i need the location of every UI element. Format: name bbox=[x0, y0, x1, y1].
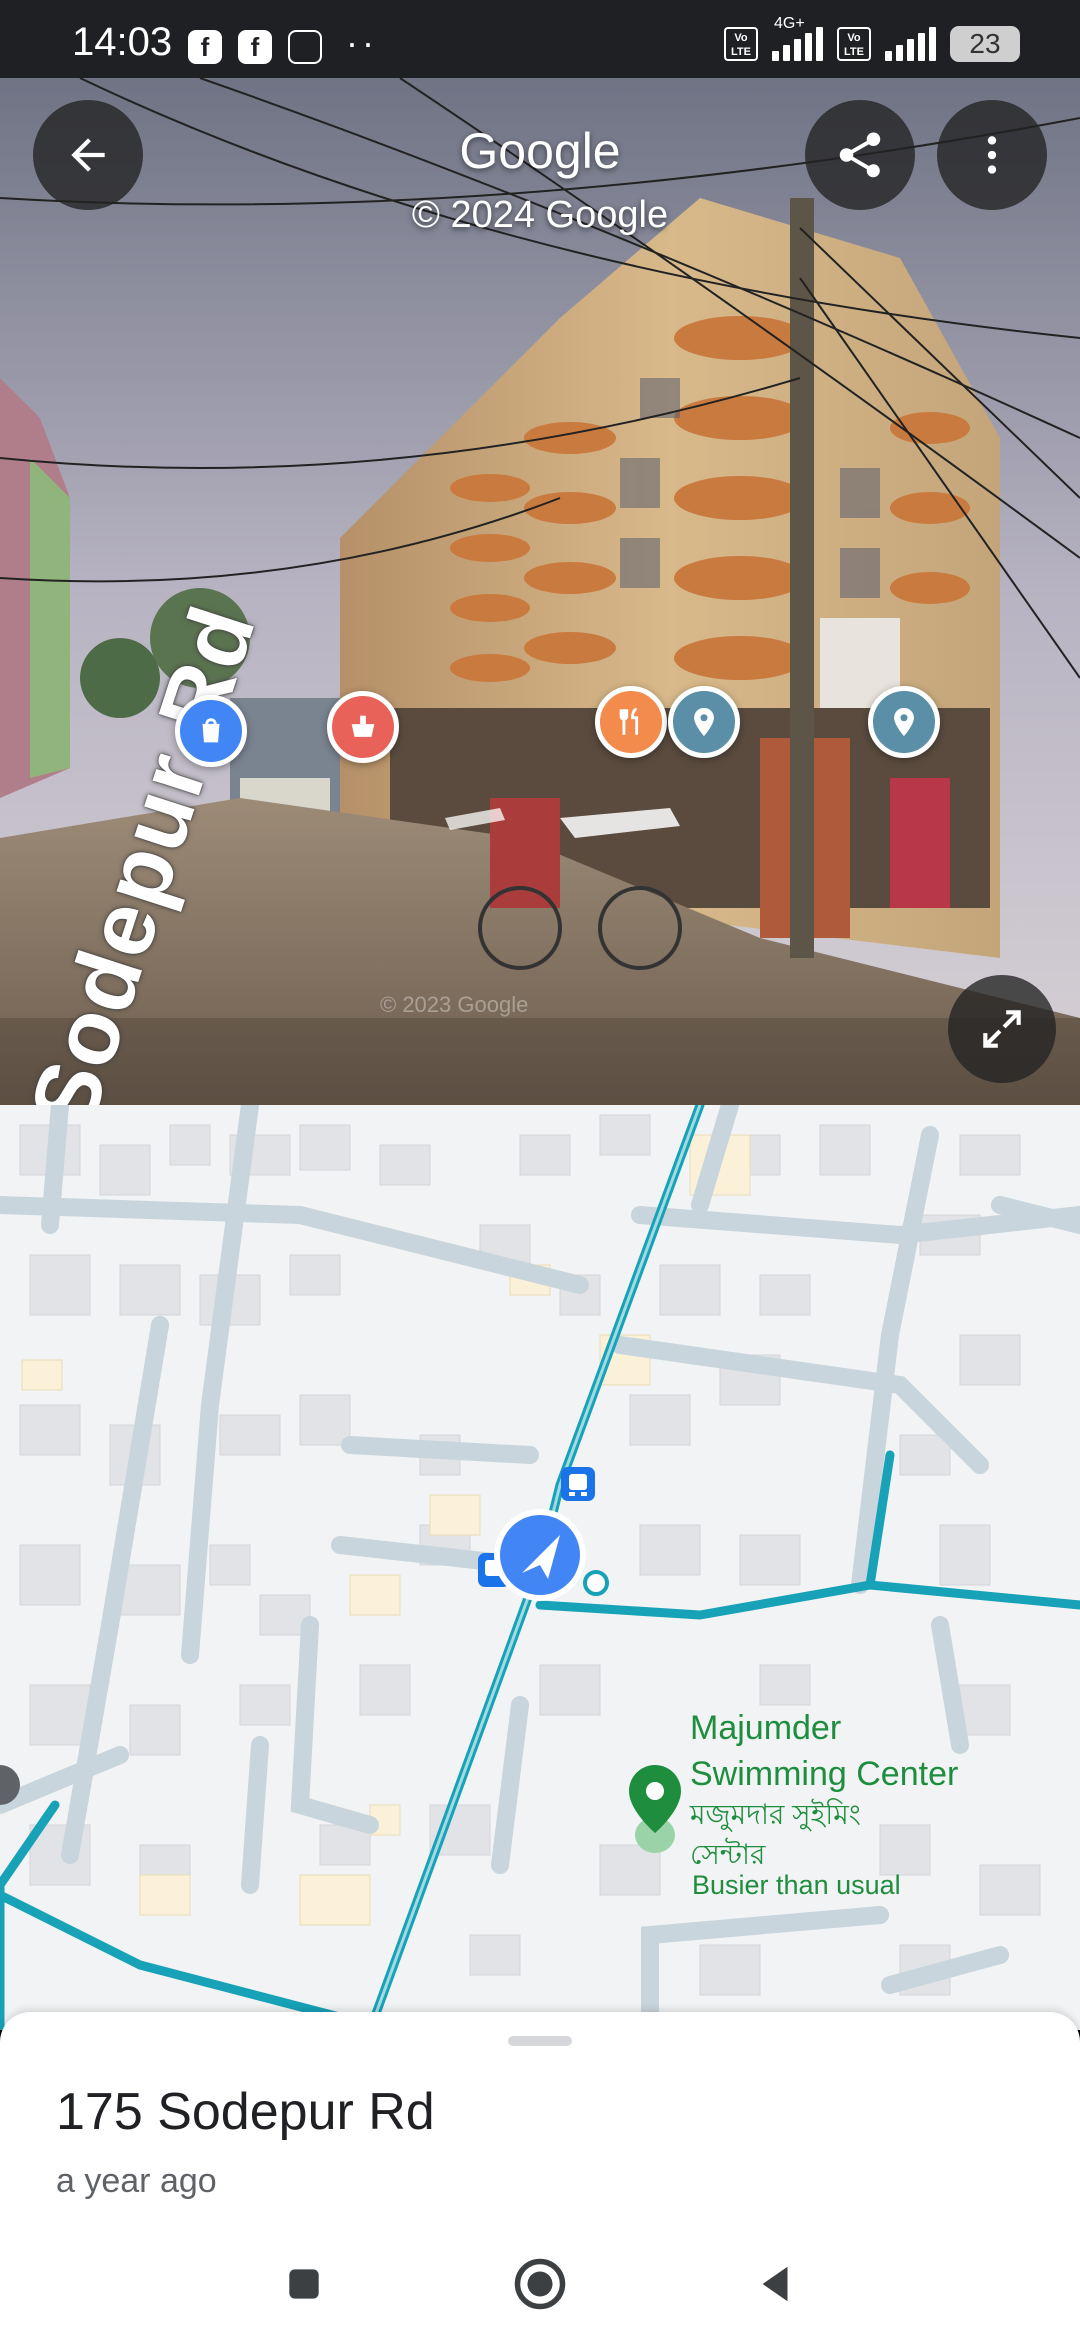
recents-button[interactable] bbox=[264, 2244, 344, 2324]
status-bar: 14:03 f f ·· Vo LTE 4G+ Vo LTE 23 bbox=[0, 0, 1080, 78]
expand-icon bbox=[983, 1010, 1021, 1048]
home-icon bbox=[514, 2258, 566, 2310]
system-nav-bar bbox=[0, 2230, 1080, 2340]
signal-1: 4G+ bbox=[772, 15, 823, 61]
street-view-copyright: © 2024 Google bbox=[411, 194, 669, 236]
street-view-title: Google bbox=[459, 123, 621, 179]
more-notifications-icon: ·· bbox=[346, 22, 378, 63]
place-label[interactable]: Majumder Swimming Center bbox=[690, 1705, 958, 1797]
facebook-icon: f bbox=[188, 30, 222, 64]
screen-record-icon bbox=[288, 30, 322, 64]
volte-icon: Vo LTE bbox=[837, 27, 871, 61]
signal-bars-icon bbox=[885, 27, 936, 61]
share-button[interactable] bbox=[805, 100, 915, 210]
pharmacy-icon bbox=[351, 715, 375, 737]
capture-date: a year ago bbox=[56, 2162, 217, 2200]
place-marker[interactable] bbox=[668, 686, 740, 758]
more-options-button[interactable] bbox=[937, 100, 1047, 210]
map-canvas bbox=[0, 1105, 1080, 2030]
pharmacy-marker[interactable] bbox=[327, 691, 399, 763]
facebook-icon: f bbox=[238, 30, 272, 64]
place-bengali-line2: সেন্টার bbox=[690, 1839, 766, 1870]
nav-back-icon bbox=[762, 2266, 788, 2302]
volte-icon: Vo LTE bbox=[724, 27, 758, 61]
place-busyness: Busier than usual bbox=[692, 1870, 901, 1900]
sheet-drag-handle[interactable] bbox=[508, 2036, 572, 2046]
place-marker[interactable] bbox=[868, 686, 940, 758]
restaurant-marker[interactable] bbox=[595, 686, 667, 758]
nav-back-button[interactable] bbox=[736, 2244, 816, 2324]
battery-icon: 23 bbox=[950, 26, 1020, 62]
panorama-watermark: © 2023 Google bbox=[380, 992, 529, 1017]
recents-icon bbox=[289, 2269, 319, 2299]
map-view[interactable] bbox=[0, 1105, 1080, 2030]
home-button[interactable] bbox=[500, 2244, 580, 2324]
place-icon bbox=[894, 707, 914, 737]
place-name-line1: Majumder bbox=[690, 1709, 842, 1747]
status-right: Vo LTE 4G+ Vo LTE 23 bbox=[724, 15, 1020, 64]
restaurant-icon bbox=[619, 707, 639, 735]
place-bengali-line1: মজুমদার সুইমিং bbox=[690, 1799, 861, 1830]
shopping-marker[interactable] bbox=[175, 695, 247, 767]
address-title: 175 Sodepur Rd bbox=[56, 2083, 435, 2141]
share-icon bbox=[839, 132, 881, 178]
place-icon bbox=[694, 707, 714, 737]
place-name-line2: Swimming Center bbox=[690, 1755, 959, 1793]
network-type: 4G+ bbox=[774, 15, 805, 32]
street-view-panorama[interactable]: Sodepur Rd © 2023 Google Google © 2024 G… bbox=[0, 78, 1080, 1105]
more-vert-icon bbox=[987, 136, 997, 174]
status-time: 14:03 bbox=[72, 20, 173, 64]
shopping-bag-icon bbox=[202, 718, 220, 743]
expand-button[interactable] bbox=[948, 975, 1056, 1083]
place-label-bengali: মজুমদার সুইমিং সেন্টার bbox=[690, 1795, 861, 1875]
bus-stop-icon bbox=[561, 1467, 595, 1501]
